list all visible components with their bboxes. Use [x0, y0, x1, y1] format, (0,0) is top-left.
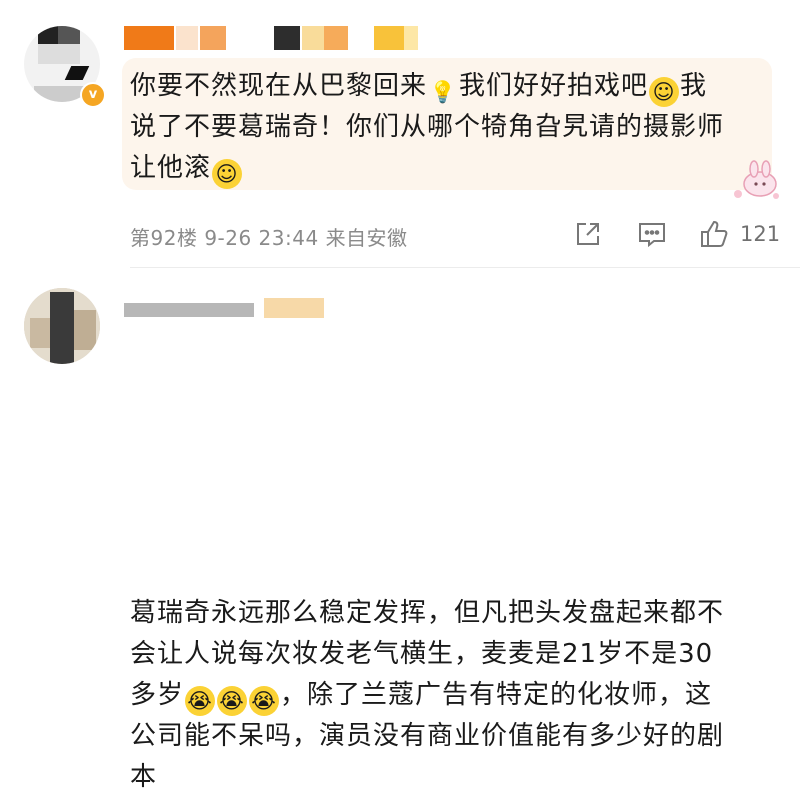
comment-text: 葛瑞奇永远那么稳定发挥，但凡把头发盘起来都不 会让人说每次妆发老气横生，麦麦是2…: [130, 598, 725, 792]
like-icon[interactable]: [698, 218, 730, 252]
avatar[interactable]: [24, 288, 100, 364]
crying-emoji-icon: 😭: [217, 686, 248, 716]
bunny-sticker-icon: [734, 160, 779, 199]
smile-emoji-icon: ☺: [212, 159, 243, 189]
smile-emoji-icon: ☺: [649, 77, 680, 107]
crying-emoji-icon: 😭: [185, 686, 216, 716]
crying-emoji-icon: 😭: [249, 686, 280, 716]
comment-item: 葛瑞奇永远那么稳定发挥，但凡把头发盘起来都不 会让人说每次妆发老气横生，麦麦是2…: [0, 268, 800, 792]
like-count: 121: [740, 222, 781, 246]
comment-item: v 你要不然现在从巴黎回来 💡我们好好拍戏吧 ☺ 我 说了不要葛瑞奇！你们从哪个犄角旮…: [0, 0, 800, 268]
comment-text: 你要不然现在从巴黎回来 💡我们好好拍戏吧 ☺ 我 说了不要葛瑞奇！你们从哪个犄角旮旯请…: [130, 66, 770, 189]
idea-emoji-icon: 💡: [429, 80, 457, 104]
reply-icon[interactable]: [636, 218, 668, 252]
share-icon[interactable]: [572, 218, 604, 252]
verified-badge-icon: v: [80, 82, 106, 108]
comment-meta: 第92楼 9-26 23:44 来自安徽: [130, 226, 408, 250]
